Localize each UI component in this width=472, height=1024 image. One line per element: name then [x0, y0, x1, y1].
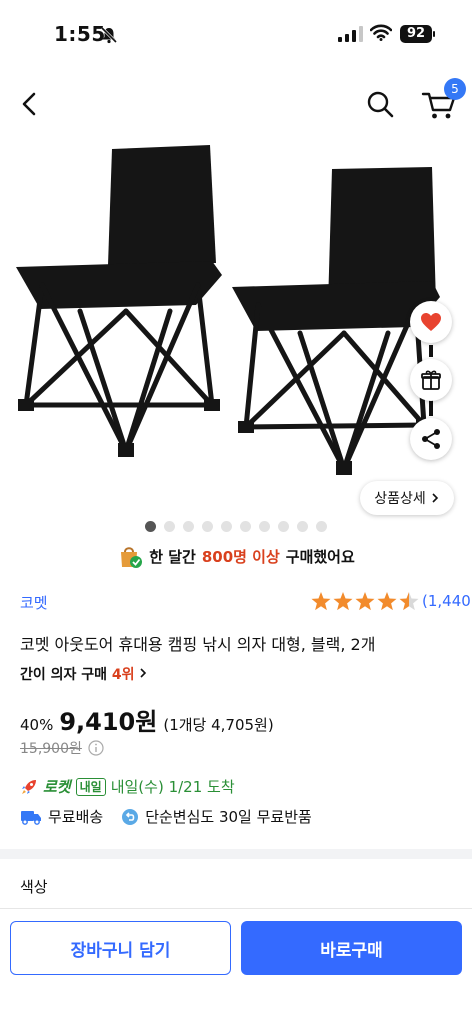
- rocket-tag: 내일: [75, 777, 106, 796]
- battery-indicator: 92: [400, 25, 432, 43]
- side-action-connector: [429, 345, 433, 357]
- cellular-signal-icon: [338, 26, 363, 42]
- cart-count-badge: 5: [444, 78, 466, 100]
- rocket-delivery-row: 로켓 내일 내일(수) 1/21 도착: [20, 776, 235, 797]
- buy-now-button[interactable]: 바로구매: [241, 921, 462, 975]
- section-divider: [0, 849, 472, 859]
- purchase-count: 800명 이상: [201, 547, 280, 566]
- heart-icon: [421, 313, 441, 331]
- purchase-stats-prefix: 한 달간: [149, 547, 196, 566]
- star-rating[interactable]: [310, 591, 420, 613]
- chair-right: [232, 167, 440, 475]
- arrival-date: 내일(수) 1/21 도착: [110, 778, 235, 796]
- color-option-label[interactable]: 색상: [20, 876, 48, 897]
- info-icon[interactable]: [88, 740, 104, 756]
- pagination-dot[interactable]: [297, 521, 308, 532]
- share-icon: [422, 429, 440, 449]
- back-arrow-icon[interactable]: [16, 88, 44, 120]
- battery-nub: [433, 31, 435, 37]
- star-icon: [311, 592, 331, 611]
- category-rank[interactable]: 간이 의자 구매 4위: [20, 664, 147, 684]
- star-icon: [355, 592, 375, 611]
- status-bar: 1:55 92: [0, 0, 472, 70]
- rank-category: 간이 의자 구매: [20, 667, 108, 683]
- product-detail-button[interactable]: 상품상세: [360, 481, 454, 515]
- pagination-dot[interactable]: [259, 521, 270, 532]
- pagination-dot[interactable]: [278, 521, 289, 532]
- shopping-bag-check-icon: [121, 547, 143, 568]
- image-pagination: [145, 521, 327, 532]
- pagination-dot[interactable]: [202, 521, 213, 532]
- free-return: 단순변심도 30일 무료반품: [145, 808, 312, 826]
- star-icon: [377, 592, 397, 611]
- original-price-row: 15,900원: [20, 738, 104, 758]
- bottom-action-bar: 장바구니 담기 바로구매: [0, 908, 472, 1024]
- rank-number: 4위: [111, 667, 135, 683]
- product-detail-label: 상품상세: [374, 491, 426, 507]
- pagination-dot[interactable]: [164, 521, 175, 532]
- purchase-stats: 한 달간 800명 이상 구매했어요: [0, 543, 472, 569]
- truck-icon: [21, 810, 41, 825]
- pagination-dot[interactable]: [145, 521, 156, 532]
- sale-price: 9,410원: [59, 708, 158, 736]
- shipping-return-row: 무료배송 단순변심도 30일 무료반품: [20, 806, 312, 827]
- bell-off-icon: [100, 26, 118, 44]
- share-button[interactable]: [410, 418, 452, 460]
- search-icon[interactable]: [364, 88, 396, 120]
- add-to-cart-button[interactable]: 장바구니 담기: [10, 921, 231, 975]
- return-icon: [122, 808, 139, 825]
- purchase-stats-suffix: 구매했어요: [285, 547, 355, 566]
- pagination-dot[interactable]: [316, 521, 327, 532]
- chevron-right-icon: [140, 668, 147, 678]
- brand-link[interactable]: 코멧: [20, 592, 48, 613]
- free-shipping: 무료배송: [48, 808, 104, 826]
- pagination-dot[interactable]: [221, 521, 232, 532]
- pagination-dot[interactable]: [183, 521, 194, 532]
- star-icon: [399, 592, 419, 611]
- price-row: 40% 9,410원 (1개당 4,705원): [20, 702, 274, 737]
- chair-left: [16, 145, 222, 457]
- rocket-label: 로켓: [43, 778, 71, 796]
- discount-rate: 40%: [20, 716, 54, 734]
- brand-rating-row: 코멧 (1,440): [20, 590, 472, 614]
- gift-icon: [421, 370, 441, 390]
- wishlist-button[interactable]: [410, 301, 452, 343]
- gift-button[interactable]: [410, 359, 452, 401]
- chevron-right-icon: [432, 493, 438, 503]
- rocket-icon: [22, 779, 36, 794]
- nav-bar: [0, 78, 472, 130]
- product-title: 코멧 아웃도어 휴대용 캠핑 낚시 의자 대형, 블랙, 2개: [20, 635, 376, 654]
- status-time: 1:55: [54, 22, 106, 46]
- product-image[interactable]: [0, 135, 472, 515]
- pagination-dot[interactable]: [240, 521, 251, 532]
- review-count[interactable]: (1,440): [422, 592, 472, 610]
- original-price: 15,900원: [20, 741, 82, 757]
- wifi-icon: [370, 24, 392, 41]
- unit-price: (1개당 4,705원): [163, 716, 274, 734]
- star-icon: [333, 592, 353, 611]
